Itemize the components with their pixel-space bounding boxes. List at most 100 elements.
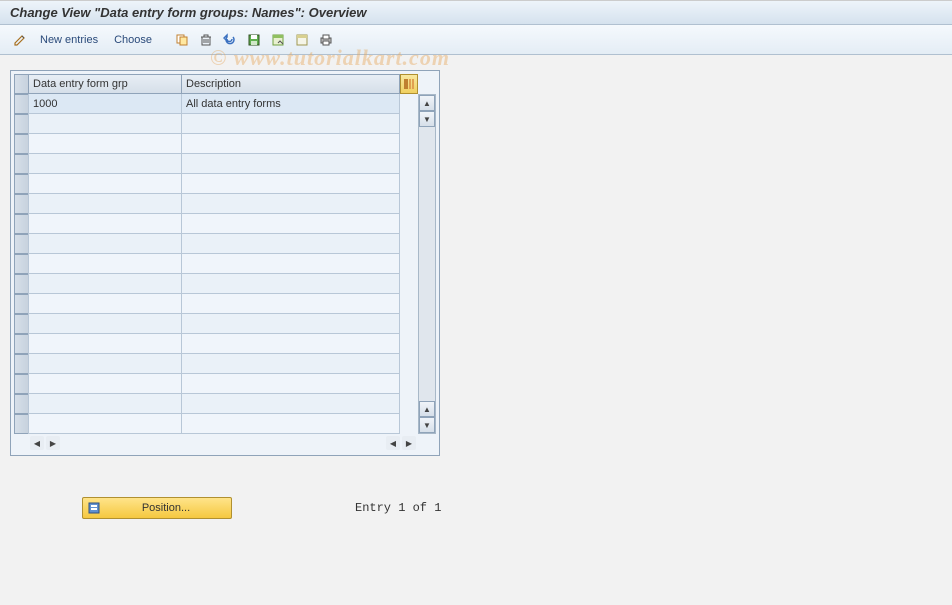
table-row[interactable]: [14, 314, 436, 334]
row-selector[interactable]: [14, 194, 28, 214]
table-settings-icon[interactable]: [400, 74, 418, 94]
copy-icon[interactable]: [172, 30, 192, 50]
table-row[interactable]: [14, 394, 436, 414]
toolbar: New entries Choose: [0, 25, 952, 55]
cell-group[interactable]: [28, 354, 182, 374]
cell-group[interactable]: [28, 114, 182, 134]
print-icon[interactable]: [316, 30, 336, 50]
cell-description[interactable]: [182, 354, 400, 374]
row-selector[interactable]: [14, 134, 28, 154]
row-selector[interactable]: [14, 394, 28, 414]
scroll-right-icon[interactable]: ▶: [46, 436, 60, 450]
cell-group[interactable]: [28, 374, 182, 394]
cell-group[interactable]: [28, 274, 182, 294]
cell-description[interactable]: [182, 274, 400, 294]
row-selector[interactable]: [14, 274, 28, 294]
table-row[interactable]: [14, 254, 436, 274]
cell-description[interactable]: [182, 194, 400, 214]
row-selector[interactable]: [14, 374, 28, 394]
table-row[interactable]: [14, 154, 436, 174]
table-row[interactable]: [14, 194, 436, 214]
table-row[interactable]: [14, 274, 436, 294]
row-selector[interactable]: [14, 314, 28, 334]
cell-description[interactable]: [182, 294, 400, 314]
cell-group[interactable]: [28, 174, 182, 194]
table-row[interactable]: [14, 354, 436, 374]
cell-description[interactable]: [182, 134, 400, 154]
cell-group[interactable]: [28, 414, 182, 434]
cell-description[interactable]: [182, 214, 400, 234]
position-label: Position...: [105, 502, 227, 514]
horizontal-scrollbar[interactable]: ◀ ▶ ◀ ▶: [14, 434, 436, 452]
scroll-up-icon[interactable]: ▲: [419, 401, 435, 417]
save-icon[interactable]: [244, 30, 264, 50]
scroll-right-icon[interactable]: ▶: [402, 436, 416, 450]
cell-description[interactable]: [182, 254, 400, 274]
cell-group[interactable]: [28, 214, 182, 234]
table-row[interactable]: [14, 114, 436, 134]
vertical-scrollbar[interactable]: ▲ ▼ ▲ ▼: [418, 94, 436, 434]
cell-description[interactable]: [182, 374, 400, 394]
title-bar: Change View "Data entry form groups: Nam…: [0, 1, 952, 25]
delete-icon[interactable]: [196, 30, 216, 50]
table-row[interactable]: [14, 214, 436, 234]
cell-group[interactable]: [28, 154, 182, 174]
table-row[interactable]: [14, 134, 436, 154]
choose-link[interactable]: Choose: [108, 32, 158, 48]
scroll-down-icon[interactable]: ▼: [419, 111, 435, 127]
new-entries-link[interactable]: New entries: [34, 32, 104, 48]
cell-group[interactable]: [28, 194, 182, 214]
row-selector[interactable]: [14, 114, 28, 134]
cell-group[interactable]: [28, 334, 182, 354]
cell-group[interactable]: [28, 314, 182, 334]
cell-description[interactable]: [182, 334, 400, 354]
row-selector[interactable]: [14, 214, 28, 234]
column-header-description[interactable]: Description: [182, 74, 400, 94]
cell-group[interactable]: [28, 254, 182, 274]
scroll-left-icon[interactable]: ◀: [30, 436, 44, 450]
position-icon: [87, 501, 101, 515]
table-row[interactable]: [14, 334, 436, 354]
data-table: Data entry form grp Description 1000 All…: [10, 70, 440, 456]
column-header-group[interactable]: Data entry form grp: [28, 74, 182, 94]
row-selector[interactable]: [14, 334, 28, 354]
cell-description[interactable]: All data entry forms: [182, 94, 400, 114]
cell-description[interactable]: [182, 174, 400, 194]
scroll-left-icon[interactable]: ◀: [386, 436, 400, 450]
table-row[interactable]: [14, 234, 436, 254]
pencil-icon[interactable]: [10, 30, 30, 50]
cell-description[interactable]: [182, 154, 400, 174]
table-row[interactable]: [14, 174, 436, 194]
cell-description[interactable]: [182, 414, 400, 434]
cell-description[interactable]: [182, 114, 400, 134]
row-selector[interactable]: [14, 94, 28, 114]
corner-selector[interactable]: [14, 74, 28, 94]
deselect-all-icon[interactable]: [292, 30, 312, 50]
row-selector[interactable]: [14, 174, 28, 194]
row-selector[interactable]: [14, 234, 28, 254]
cell-description[interactable]: [182, 314, 400, 334]
row-selector[interactable]: [14, 414, 28, 434]
scroll-down-icon[interactable]: ▼: [419, 417, 435, 433]
row-selector[interactable]: [14, 354, 28, 374]
table-row[interactable]: [14, 414, 436, 434]
row-selector[interactable]: [14, 154, 28, 174]
table-row[interactable]: [14, 374, 436, 394]
undo-icon[interactable]: [220, 30, 240, 50]
cell-group[interactable]: [28, 394, 182, 414]
position-button[interactable]: Position...: [82, 497, 232, 519]
row-selector[interactable]: [14, 254, 28, 274]
cell-group[interactable]: [28, 134, 182, 154]
cell-group[interactable]: [28, 234, 182, 254]
cell-group[interactable]: 1000: [28, 94, 182, 114]
select-all-icon[interactable]: [268, 30, 288, 50]
cell-group[interactable]: [28, 294, 182, 314]
cell-description[interactable]: [182, 394, 400, 414]
table-header-row: Data entry form grp Description: [14, 74, 436, 94]
row-selector[interactable]: [14, 294, 28, 314]
table-row[interactable]: 1000 All data entry forms: [14, 94, 436, 114]
cell-description[interactable]: [182, 234, 400, 254]
entry-status: Entry 1 of 1: [355, 501, 441, 515]
table-row[interactable]: [14, 294, 436, 314]
scroll-up-icon[interactable]: ▲: [419, 95, 435, 111]
